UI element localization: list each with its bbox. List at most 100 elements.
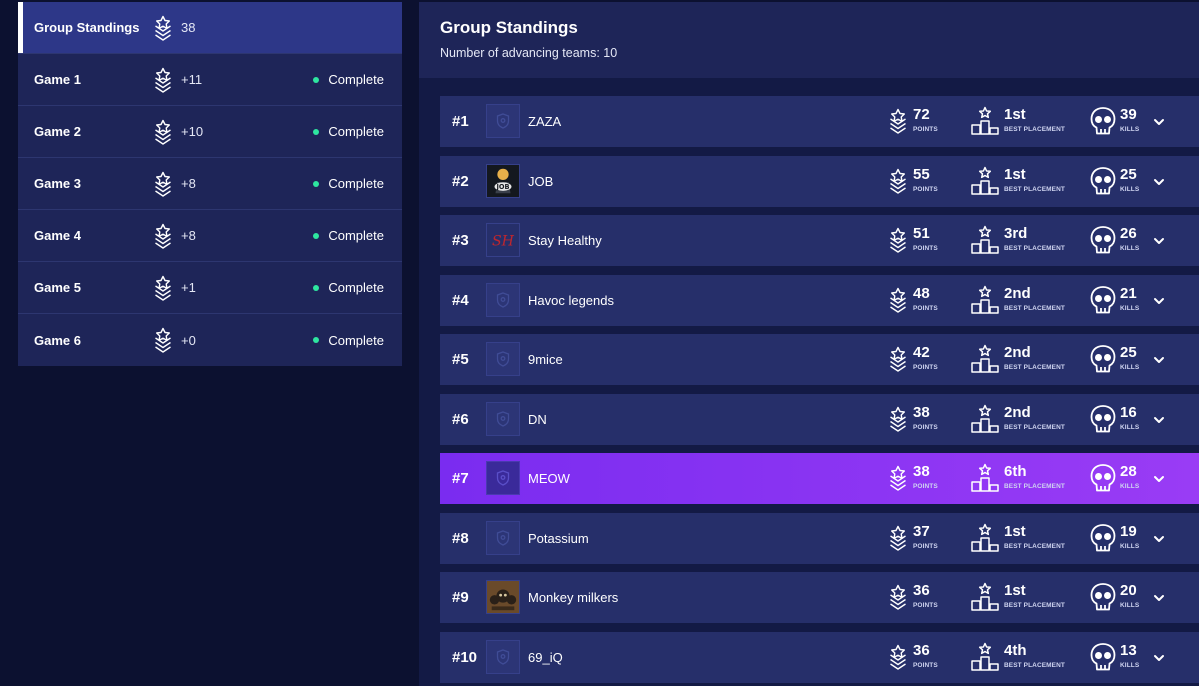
standings-row[interactable]: #9 Monkey milkers 36 POINTS 1st BEST PLA… [440, 572, 1199, 623]
shield-placeholder-icon [486, 342, 520, 376]
sidebar-item-game-5[interactable]: Game 5 +1 Complete [18, 262, 402, 314]
sidebar-item-game-3[interactable]: Game 3 +8 Complete [18, 158, 402, 210]
sidebar-item-group-standings[interactable]: Group Standings 38 [18, 2, 402, 54]
kills-value: 19 [1120, 522, 1137, 540]
chevron-down-icon[interactable] [1152, 175, 1166, 189]
podium-icon [970, 344, 1000, 379]
shield-placeholder-icon [486, 282, 520, 317]
chevron-down-icon[interactable] [1152, 353, 1166, 367]
podium-icon [970, 225, 1000, 260]
sidebar-item-points: +0 [181, 332, 196, 348]
kills-label: KILLS [1120, 602, 1140, 609]
points-medal-icon [888, 463, 908, 498]
points-medal-icon [888, 225, 908, 260]
best-placement-label: BEST PLACEMENT [1004, 245, 1065, 252]
standings-row[interactable]: #2 JOB JOB 55 POINTS 1st BEST PLACEMENT [440, 155, 1199, 207]
chevron-down-icon[interactable] [1152, 413, 1166, 427]
skull-icon [1089, 344, 1117, 379]
best-placement-value: 1st [1004, 522, 1026, 540]
team-name: MEOW [528, 471, 570, 486]
chevron-down-icon[interactable] [1152, 115, 1166, 129]
points-label: POINTS [913, 602, 938, 609]
skull-icon [1089, 106, 1117, 141]
standings-row[interactable]: #5 9mice 42 POINTS 2nd BEST PLACEMENT 25… [440, 334, 1199, 385]
chevron-down-icon[interactable] [1152, 591, 1166, 605]
sidebar-item-points: +11 [181, 72, 203, 87]
points-medal-icon [888, 404, 908, 439]
best-placement-value: 6th [1004, 463, 1027, 480]
kills-label: KILLS [1120, 483, 1140, 490]
sidebar-item-label: Game 3 [34, 176, 81, 191]
points-medal-icon [888, 642, 908, 677]
rank-medal-icon [153, 171, 173, 197]
standings-panel: Group Standings Number of advancing team… [419, 2, 1199, 686]
points-value: 37 [913, 522, 930, 540]
advancing-teams-note: Number of advancing teams: 10 [440, 46, 618, 60]
game-status-label: Complete [328, 228, 384, 243]
kills-value: 13 [1120, 641, 1137, 659]
kills-value: 21 [1120, 284, 1137, 302]
sidebar-item-game-2[interactable]: Game 2 +10 Complete [18, 106, 402, 158]
points-value: 72 [913, 106, 930, 123]
points-label: POINTS [913, 185, 938, 193]
status-dot-icon [313, 337, 320, 343]
best-placement-value: 1st [1004, 165, 1026, 183]
points-label: POINTS [913, 483, 938, 490]
sidebar-item-label: Game 6 [34, 332, 81, 348]
standings-row[interactable]: #10 69_iQ 36 POINTS 4th BEST PLACEMENT 1… [440, 631, 1199, 683]
points-medal-icon [888, 582, 908, 617]
standings-row[interactable]: #3 SH Stay Healthy 51 POINTS 3rd BEST PL… [440, 215, 1199, 266]
chevron-down-icon[interactable] [1152, 472, 1166, 486]
game-status: Complete [313, 280, 384, 295]
podium-icon [970, 404, 1000, 439]
shield-placeholder-icon [486, 520, 520, 555]
points-value: 55 [913, 165, 930, 183]
best-placement-value: 1st [1004, 582, 1026, 599]
skull-icon [1089, 523, 1117, 558]
chevron-down-icon[interactable] [1152, 651, 1166, 665]
points-label: POINTS [913, 661, 938, 669]
best-placement-label: BEST PLACEMENT [1004, 423, 1065, 431]
status-dot-icon [313, 128, 320, 135]
kills-value: 25 [1120, 344, 1137, 361]
kills-value: 16 [1120, 403, 1137, 421]
standings-row[interactable]: #4 Havoc legends 48 POINTS 2nd BEST PLAC… [440, 274, 1199, 326]
chevron-down-icon[interactable] [1152, 532, 1166, 546]
points-label: POINTS [913, 126, 938, 133]
rank-medal-icon [153, 223, 173, 249]
team-rank: #1 [452, 113, 469, 130]
podium-icon [970, 642, 1000, 677]
sidebar-item-label: Game 2 [34, 124, 81, 139]
best-placement-label: BEST PLACEMENT [1004, 661, 1065, 669]
points-value: 48 [913, 284, 930, 302]
skull-icon [1089, 225, 1117, 260]
standings-row[interactable]: #7 MEOW 38 POINTS 6th BEST PLACEMENT 28 … [440, 453, 1199, 504]
chevron-down-icon[interactable] [1152, 294, 1166, 308]
points-label: POINTS [913, 542, 938, 550]
best-placement-value: 4th [1004, 641, 1027, 659]
team-rank: #9 [452, 589, 469, 606]
points-medal-icon [888, 106, 908, 141]
shield-placeholder-icon [486, 639, 520, 674]
sidebar-item-game-1[interactable]: Game 1 +11 Complete [18, 54, 402, 106]
games-sidebar: Group Standings 38 Game 1 +11 Complete G… [18, 2, 402, 366]
sidebar-item-game-4[interactable]: Game 4 +8 Complete [18, 210, 402, 262]
skull-icon [1089, 166, 1117, 201]
standings-row[interactable]: #8 Potassium 37 POINTS 1st BEST PLACEMEN… [440, 512, 1199, 564]
sidebar-item-label: Game 5 [34, 280, 81, 295]
standings-row[interactable]: #1 ZAZA 72 POINTS 1st BEST PLACEMENT 39 … [440, 96, 1199, 147]
sidebar-item-game-6[interactable]: Game 6 +0 Complete [18, 314, 402, 366]
chevron-down-icon[interactable] [1152, 234, 1166, 248]
points-value: 51 [913, 225, 930, 242]
game-status: Complete [313, 72, 384, 87]
team-rank: #6 [452, 410, 469, 428]
team-name: JOB [528, 173, 554, 189]
game-status: Complete [313, 228, 384, 243]
rank-medal-icon [153, 15, 173, 41]
best-placement-label: BEST PLACEMENT [1004, 602, 1065, 609]
standings-row[interactable]: #6 DN 38 POINTS 2nd BEST PLACEMENT 16 KI… [440, 393, 1199, 445]
best-placement-label: BEST PLACEMENT [1004, 185, 1065, 193]
team-rank: #2 [452, 172, 469, 190]
best-placement-value: 2nd [1004, 284, 1031, 302]
status-dot-icon [313, 76, 320, 83]
